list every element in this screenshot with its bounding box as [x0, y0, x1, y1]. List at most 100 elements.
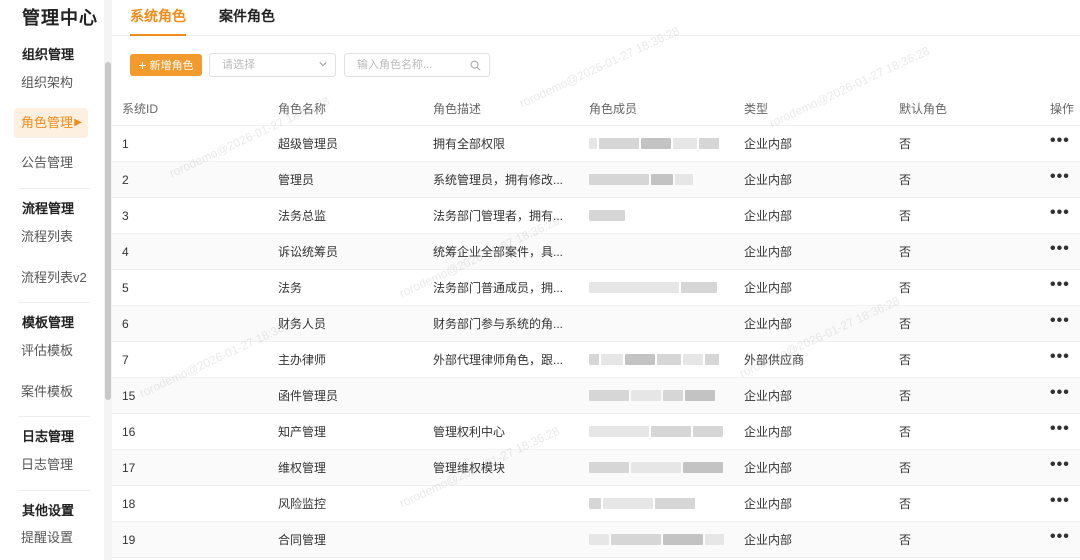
- sidebar-item-label: 角色管理: [21, 115, 74, 130]
- column-header-member: 角色成员: [589, 102, 638, 116]
- column-header-id: 系统ID: [122, 102, 159, 116]
- sidebar-item-eval-template[interactable]: 评估模板: [14, 336, 88, 366]
- cell-id: 17: [122, 460, 136, 475]
- cell-role-desc: 系统管理员，拥有修改...: [433, 173, 564, 187]
- cell-role-type: 企业内部: [744, 389, 793, 403]
- sidebar-item-log-management[interactable]: 日志管理: [14, 450, 88, 480]
- table-row[interactable]: 19 合同管理 企业内部 否 •••: [112, 522, 1080, 558]
- chevron-down-icon: [319, 62, 327, 67]
- cell-role-name: 知产管理: [278, 425, 327, 439]
- cell-role-members: [589, 342, 724, 377]
- cell-role-desc: 外部代理律师角色，跟...: [433, 353, 564, 367]
- cell-role-type: 企业内部: [744, 137, 793, 151]
- table-row[interactable]: 16 知产管理 管理权利中心 企业内部 否 •••: [112, 414, 1080, 450]
- cell-default-role: 否: [899, 497, 912, 511]
- add-role-button[interactable]: + 新增角色: [130, 54, 202, 76]
- cell-role-name: 函件管理员: [278, 389, 339, 403]
- redacted-members: [589, 138, 719, 150]
- add-role-label: 新增角色: [149, 60, 194, 72]
- cell-role-desc: 法务部门普通成员，拥...: [433, 281, 564, 295]
- sidebar-item-reminder-settings[interactable]: 提醒设置: [14, 523, 88, 553]
- role-table: 系统ID 角色名称 角色描述 角色成员 类型 默认角色 操作 1 超级管理员 拥有全…: [112, 92, 1080, 558]
- redacted-members: [589, 498, 695, 510]
- table-row[interactable]: 1 超级管理员 拥有全部权限 企业内部 否 •••: [112, 126, 1080, 162]
- cell-id: 4: [122, 244, 129, 259]
- cell-role-members: [589, 162, 724, 197]
- cell-role-desc: [433, 486, 567, 521]
- cell-id: 19: [122, 532, 136, 547]
- table-row[interactable]: 3 法务总监 法务部门管理者，拥有... 企业内部 否 •••: [112, 198, 1080, 234]
- more-icon[interactable]: •••: [1050, 492, 1070, 512]
- more-icon[interactable]: •••: [1050, 168, 1070, 188]
- redacted-members: [589, 462, 723, 474]
- nav-group-other: 其他设置: [22, 503, 75, 518]
- cell-role-type: 企业内部: [744, 173, 793, 187]
- cell-role-members: [589, 198, 724, 233]
- table-row[interactable]: 7 主办律师 外部代理律师角色，跟... 外部供应商 否 •••: [112, 342, 1080, 378]
- more-icon[interactable]: •••: [1050, 456, 1070, 476]
- more-icon[interactable]: •••: [1050, 132, 1070, 152]
- sidebar-item-process-list-v2[interactable]: 流程列表v2: [14, 263, 88, 293]
- cell-default-role: 否: [899, 425, 912, 439]
- table-row[interactable]: 18 风险监控 企业内部 否 •••: [112, 486, 1080, 522]
- redacted-members: [589, 534, 724, 546]
- cell-role-members: [589, 126, 724, 161]
- cell-default-role: 否: [899, 533, 912, 547]
- redacted-members: [589, 390, 715, 402]
- column-header-default: 默认角色: [899, 102, 948, 116]
- tab-system-roles[interactable]: 系统角色: [130, 6, 186, 36]
- table-row[interactable]: 6 财务人员 财务部门参与系统的角... 企业内部 否 •••: [112, 306, 1080, 342]
- cell-id: 5: [122, 280, 129, 295]
- sidebar-item-role-management[interactable]: 角色管理 ▶: [14, 108, 88, 138]
- cell-role-type: 企业内部: [744, 281, 793, 295]
- cell-id: 18: [122, 496, 136, 511]
- more-icon[interactable]: •••: [1050, 528, 1070, 548]
- more-icon[interactable]: •••: [1050, 420, 1070, 440]
- type-select[interactable]: 请选择: [209, 53, 336, 77]
- column-header-desc: 角色描述: [433, 102, 482, 116]
- cell-actions: •••: [1050, 306, 1080, 341]
- cell-role-type: 企业内部: [744, 497, 793, 511]
- more-icon[interactable]: •••: [1050, 312, 1070, 332]
- more-icon[interactable]: •••: [1050, 276, 1070, 296]
- more-icon[interactable]: •••: [1050, 240, 1070, 260]
- sidebar-item-case-template[interactable]: 案件模板: [14, 377, 88, 407]
- more-icon[interactable]: •••: [1050, 204, 1070, 224]
- redacted-members: [589, 354, 719, 366]
- table-row[interactable]: 4 诉讼统筹员 统筹企业全部案件，具... 企业内部 否 •••: [112, 234, 1080, 270]
- cell-role-type: 外部供应商: [744, 353, 805, 367]
- cell-role-desc: 管理维权模块: [433, 461, 506, 475]
- cell-role-desc: 统筹企业全部案件，具...: [433, 245, 564, 259]
- role-name-search-input[interactable]: [357, 54, 469, 76]
- sidebar-item-process-list[interactable]: 流程列表: [14, 222, 88, 252]
- cell-actions: •••: [1050, 234, 1080, 269]
- sidebar-item-org-structure[interactable]: 组织架构: [14, 68, 88, 98]
- cell-id: 3: [122, 208, 129, 223]
- more-icon[interactable]: •••: [1050, 384, 1070, 404]
- cell-default-role: 否: [899, 173, 912, 187]
- table-row[interactable]: 17 维权管理 管理维权模块 企业内部 否 •••: [112, 450, 1080, 486]
- more-icon[interactable]: •••: [1050, 348, 1070, 368]
- sidebar-scrollbar-thumb[interactable]: [105, 62, 111, 400]
- table-row[interactable]: 2 管理员 系统管理员，拥有修改... 企业内部 否 •••: [112, 162, 1080, 198]
- cell-default-role: 否: [899, 389, 912, 403]
- nav-divider: [18, 416, 90, 417]
- cell-role-type: 企业内部: [744, 209, 793, 223]
- cell-role-members: [589, 450, 724, 485]
- table-row[interactable]: 5 法务 法务部门普通成员，拥... 企业内部 否 •••: [112, 270, 1080, 306]
- cell-role-name: 财务人员: [278, 317, 327, 331]
- tab-case-roles[interactable]: 案件角色: [219, 6, 275, 36]
- cell-role-name: 风险监控: [278, 497, 327, 511]
- search-icon[interactable]: [470, 60, 481, 71]
- cell-role-members: [589, 306, 724, 341]
- sidebar: 管理中心 组织管理 组织架构 角色管理 ▶ 公告管理 流程管理 流程列表 流程列…: [0, 0, 112, 560]
- table-row[interactable]: 15 函件管理员 企业内部 否 •••: [112, 378, 1080, 414]
- redacted-members: [589, 282, 717, 294]
- sidebar-item-announcements[interactable]: 公告管理: [14, 148, 88, 178]
- cell-role-name: 维权管理: [278, 461, 327, 475]
- cell-actions: •••: [1050, 486, 1080, 521]
- column-header-type: 类型: [744, 102, 769, 116]
- main-content: 系统角色 案件角色 + 新增角色 请选择 系统ID 角色名称 角色描述 角色成员: [112, 0, 1080, 560]
- nav-group-org: 组织管理: [22, 47, 75, 62]
- cell-role-name: 管理员: [278, 173, 315, 187]
